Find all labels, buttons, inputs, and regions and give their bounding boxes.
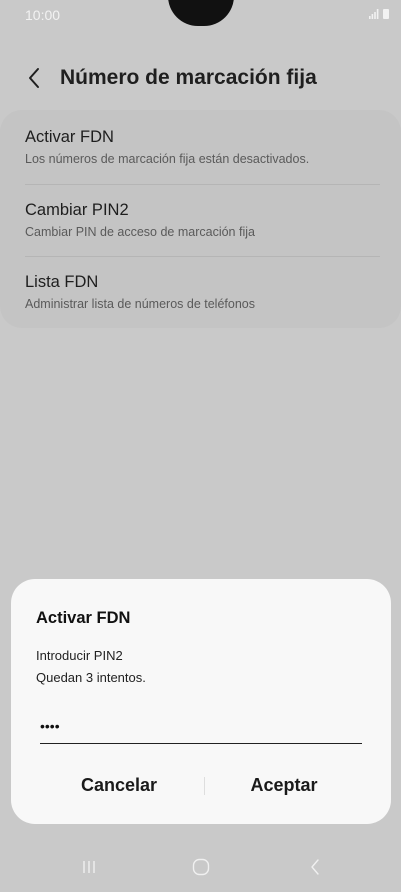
divider [25, 184, 380, 185]
settings-card: Activar FDN Los números de marcación fij… [0, 110, 401, 328]
cancel-button[interactable]: Cancelar [34, 770, 204, 800]
nav-back-button[interactable] [300, 854, 330, 880]
setting-subtitle: Cambiar PIN de acceso de marcación fija [25, 225, 255, 239]
setting-title: Lista FDN [25, 273, 99, 291]
dialog-title: Activar FDN [36, 609, 131, 627]
setting-subtitle: Administrar lista de números de teléfono… [25, 297, 255, 311]
page-title: Número de marcación fija [60, 66, 317, 89]
signal-icon [369, 9, 379, 19]
chevron-left-icon [29, 68, 39, 88]
setting-cambiar-pin2[interactable]: Cambiar PIN2 Cambiar PIN de acceso de ma… [25, 201, 380, 271]
setting-lista-fdn[interactable]: Lista FDN Administrar lista de números d… [25, 273, 380, 343]
home-button[interactable] [186, 854, 216, 880]
recents-button[interactable] [74, 854, 104, 880]
dialog-message: Introducir PIN2 [36, 648, 123, 663]
status-bar: 10:00 [0, 0, 401, 32]
setting-subtitle: Los números de marcación fija están desa… [25, 152, 310, 166]
back-icon [311, 859, 319, 875]
battery-icon [383, 9, 389, 19]
setting-activar-fdn[interactable]: Activar FDN Los números de marcación fij… [25, 128, 380, 198]
dialog-attempts-text: Quedan 3 intentos. [36, 670, 146, 685]
status-time: 10:00 [25, 7, 61, 23]
recents-icon [83, 861, 95, 873]
accept-button[interactable]: Aceptar [199, 770, 369, 800]
navigation-bar [0, 842, 401, 892]
home-icon [192, 858, 210, 876]
setting-title: Cambiar PIN2 [25, 201, 129, 219]
back-button[interactable] [20, 62, 48, 94]
camera-notch [168, 0, 234, 26]
pin2-input[interactable] [40, 709, 362, 744]
divider [25, 256, 380, 257]
setting-title: Activar FDN [25, 128, 114, 146]
pin-dialog: Activar FDN Introducir PIN2 Quedan 3 int… [11, 579, 391, 824]
app-bar: Número de marcación fija [0, 58, 401, 98]
